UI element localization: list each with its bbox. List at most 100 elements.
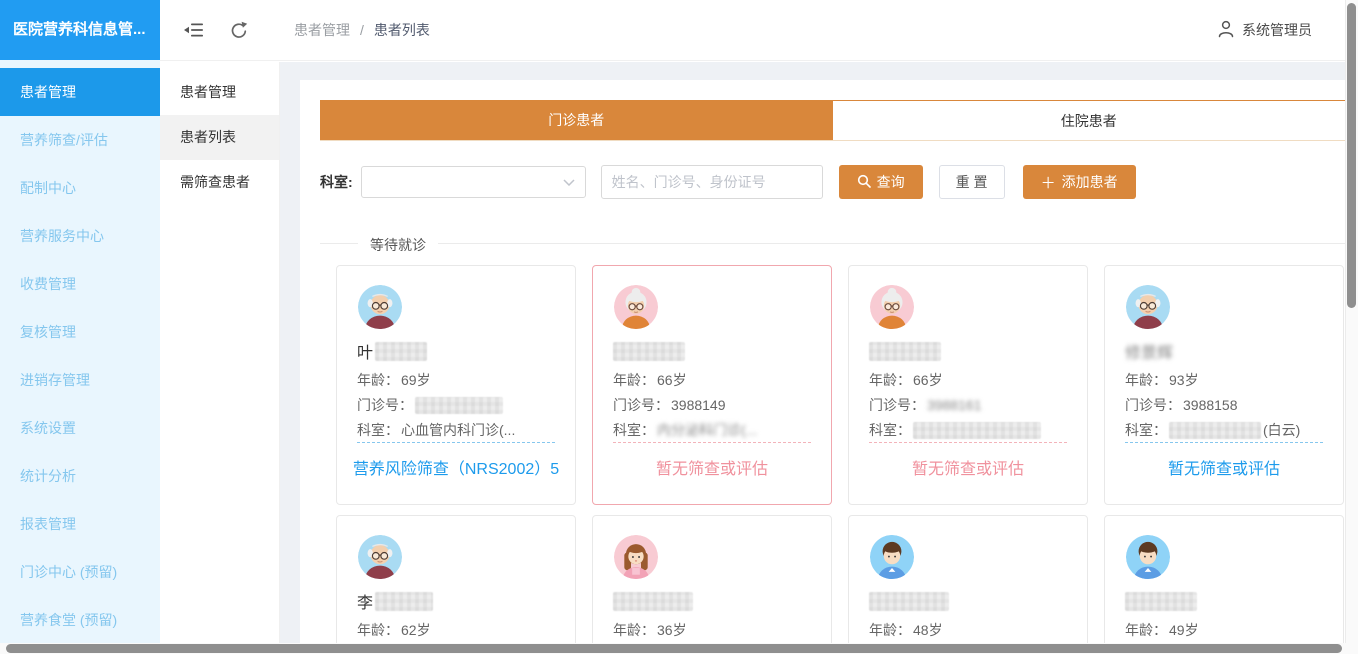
tab-1[interactable]: 住院患者 xyxy=(833,100,1346,140)
patient-action-link[interactable]: 暂无筛查或评估 xyxy=(593,455,831,479)
sidebar-item-7[interactable]: 系统设置 xyxy=(0,404,160,452)
patient-avatar xyxy=(357,284,403,330)
sidebar-item-3[interactable]: 营养服务中心 xyxy=(0,212,160,260)
patient-info: 年龄：66岁门诊号：3988161科室： xyxy=(869,368,1067,443)
patient-action-link[interactable]: 营养风险筛查（NRS2002）5 xyxy=(337,455,575,479)
patient-info-row: 科室：内分泌科门诊(... xyxy=(613,418,811,443)
query-button[interactable]: 查询 xyxy=(839,165,923,199)
sidebar-item-10[interactable]: 门诊中心 (预留) xyxy=(0,548,160,596)
app-title: 医院营养科信息管... xyxy=(0,0,160,60)
patient-card[interactable]: 年龄：36岁门诊号： xyxy=(592,515,832,654)
card-dashed-divider xyxy=(613,442,811,443)
patient-card[interactable]: 年龄：66岁门诊号：3988149科室：内分泌科门诊(... 暂无筛查或评估 xyxy=(592,265,832,505)
patient-name: 李 xyxy=(357,590,555,612)
patient-name: 叶 xyxy=(357,340,555,362)
refresh-icon[interactable] xyxy=(230,21,248,39)
censored-text xyxy=(869,342,941,361)
patient-avatar xyxy=(1125,284,1171,330)
breadcrumb-item[interactable]: 患者管理 xyxy=(294,20,350,40)
sidebar-item-2[interactable]: 配制中心 xyxy=(0,164,160,212)
card-dashed-divider xyxy=(1125,442,1323,443)
sidebar-item-4[interactable]: 收费管理 xyxy=(0,260,160,308)
sidebar-item-1[interactable]: 营养筛查/评估 xyxy=(0,116,160,164)
sidebar-item-6[interactable]: 进销存管理 xyxy=(0,356,160,404)
horizontal-scrollbar-thumb[interactable] xyxy=(6,644,1342,653)
patient-name xyxy=(1125,590,1323,612)
censored-text xyxy=(1169,422,1261,439)
patient-card[interactable]: 李 年龄：62岁门诊号： xyxy=(336,515,576,654)
search-icon xyxy=(857,174,871,191)
patient-action-link[interactable]: 暂无筛查或评估 xyxy=(849,455,1087,479)
add-patient-button[interactable]: ＋ 添加患者 xyxy=(1023,165,1136,199)
censored-text xyxy=(375,342,427,361)
patient-card[interactable]: 修景辉 年龄：93岁门诊号：3988158科室：(白云) 暂无筛查或评估 xyxy=(1104,265,1344,505)
patient-name xyxy=(869,590,1067,612)
plus-icon: ＋ xyxy=(1041,172,1056,193)
patient-info-row: 科室：心血管内科门诊(... xyxy=(357,418,555,443)
patient-info-row: 年龄：66岁 xyxy=(613,368,811,393)
filter-bar: 科室: 查询 重 置 ＋ 添加患者 xyxy=(320,165,1345,199)
patient-card[interactable]: 年龄：48岁门诊号：3988176 xyxy=(848,515,1088,654)
main-area: 门诊患者住院患者 科室: 查询 重 置 xyxy=(280,62,1358,654)
censored-text xyxy=(869,592,949,611)
patient-avatar xyxy=(1125,534,1171,580)
search-input[interactable] xyxy=(601,165,823,199)
censored-text xyxy=(613,592,693,611)
patient-info-row: 年龄：49岁 xyxy=(1125,618,1323,643)
sidebar-item-0[interactable]: 患者管理 xyxy=(0,68,160,116)
tab-0[interactable]: 门诊患者 xyxy=(320,100,833,140)
sidebar-item-5[interactable]: 复核管理 xyxy=(0,308,160,356)
user-icon xyxy=(1218,20,1234,41)
patient-avatar xyxy=(869,284,915,330)
content-panel: 门诊患者住院患者 科室: 查询 重 置 xyxy=(300,80,1345,654)
patient-info-row: 门诊号：3988158 xyxy=(1125,393,1323,418)
section-divider: 等待就诊 xyxy=(320,243,1345,244)
patient-action-link[interactable]: 暂无筛查或评估 xyxy=(1105,455,1343,479)
patient-name xyxy=(613,340,811,362)
dept-select[interactable] xyxy=(361,166,586,198)
patient-info-row: 门诊号： xyxy=(357,393,555,418)
user-menu[interactable]: 系统管理员 xyxy=(1218,20,1312,41)
patient-card[interactable]: 叶 年龄：69岁门诊号：科室：心血管内科门诊(... 营养风险筛查（NRS200… xyxy=(336,265,576,505)
censored-text xyxy=(1125,592,1197,611)
reset-button[interactable]: 重 置 xyxy=(939,165,1005,199)
patient-info-row: 门诊号：3988161 xyxy=(869,393,1067,418)
dept-label: 科室: xyxy=(320,172,353,192)
censored-text xyxy=(375,592,433,611)
patient-info-row: 年龄：62岁 xyxy=(357,618,555,643)
patient-info-row: 年龄：48岁 xyxy=(869,618,1067,643)
patient-avatar xyxy=(613,534,659,580)
patient-info: 年龄：93岁门诊号：3988158科室：(白云) xyxy=(1125,368,1323,443)
patient-info-row: 科室： xyxy=(869,418,1067,443)
patient-card[interactable]: 年龄：66岁门诊号：3988161科室： 暂无筛查或评估 xyxy=(848,265,1088,505)
sidebar-item-9[interactable]: 报表管理 xyxy=(0,500,160,548)
user-name: 系统管理员 xyxy=(1242,20,1312,40)
breadcrumb-separator: / xyxy=(360,22,364,38)
section-title: 等待就诊 xyxy=(358,235,438,255)
breadcrumb-current: 患者列表 xyxy=(374,20,430,40)
patient-card[interactable]: 年龄：49岁门诊号： xyxy=(1104,515,1344,654)
horizontal-scrollbar[interactable] xyxy=(0,643,1358,654)
card-dashed-divider xyxy=(357,442,555,443)
patient-avatar xyxy=(869,534,915,580)
patient-name xyxy=(869,340,1067,362)
vertical-scrollbar[interactable] xyxy=(1345,0,1358,643)
patient-info-row: 年龄：36岁 xyxy=(613,618,811,643)
patient-avatar xyxy=(357,534,403,580)
censored-text xyxy=(613,342,685,361)
patient-avatar xyxy=(613,284,659,330)
sidebar-item-11[interactable]: 营养食堂 (预留) xyxy=(0,596,160,644)
chevron-down-icon xyxy=(563,179,575,186)
primary-menu: 患者管理营养筛查/评估配制中心营养服务中心收费管理复核管理进销存管理系统设置统计… xyxy=(0,68,160,644)
card-dashed-divider xyxy=(869,442,1067,443)
topbar: 患者管理 / 患者列表 系统管理员 xyxy=(160,0,1358,61)
submenu-item-1[interactable]: 患者列表 xyxy=(160,115,279,160)
sidebar-item-8[interactable]: 统计分析 xyxy=(0,452,160,500)
censored-text xyxy=(415,397,503,414)
submenu-item-0[interactable]: 患者管理 xyxy=(160,70,279,115)
censored-text xyxy=(913,422,1041,439)
submenu-item-2[interactable]: 需筛查患者 xyxy=(160,160,279,205)
patient-info: 年龄：69岁门诊号：科室：心血管内科门诊(... xyxy=(357,368,555,443)
collapse-menu-icon[interactable] xyxy=(184,22,204,38)
vertical-scrollbar-thumb[interactable] xyxy=(1347,3,1356,308)
